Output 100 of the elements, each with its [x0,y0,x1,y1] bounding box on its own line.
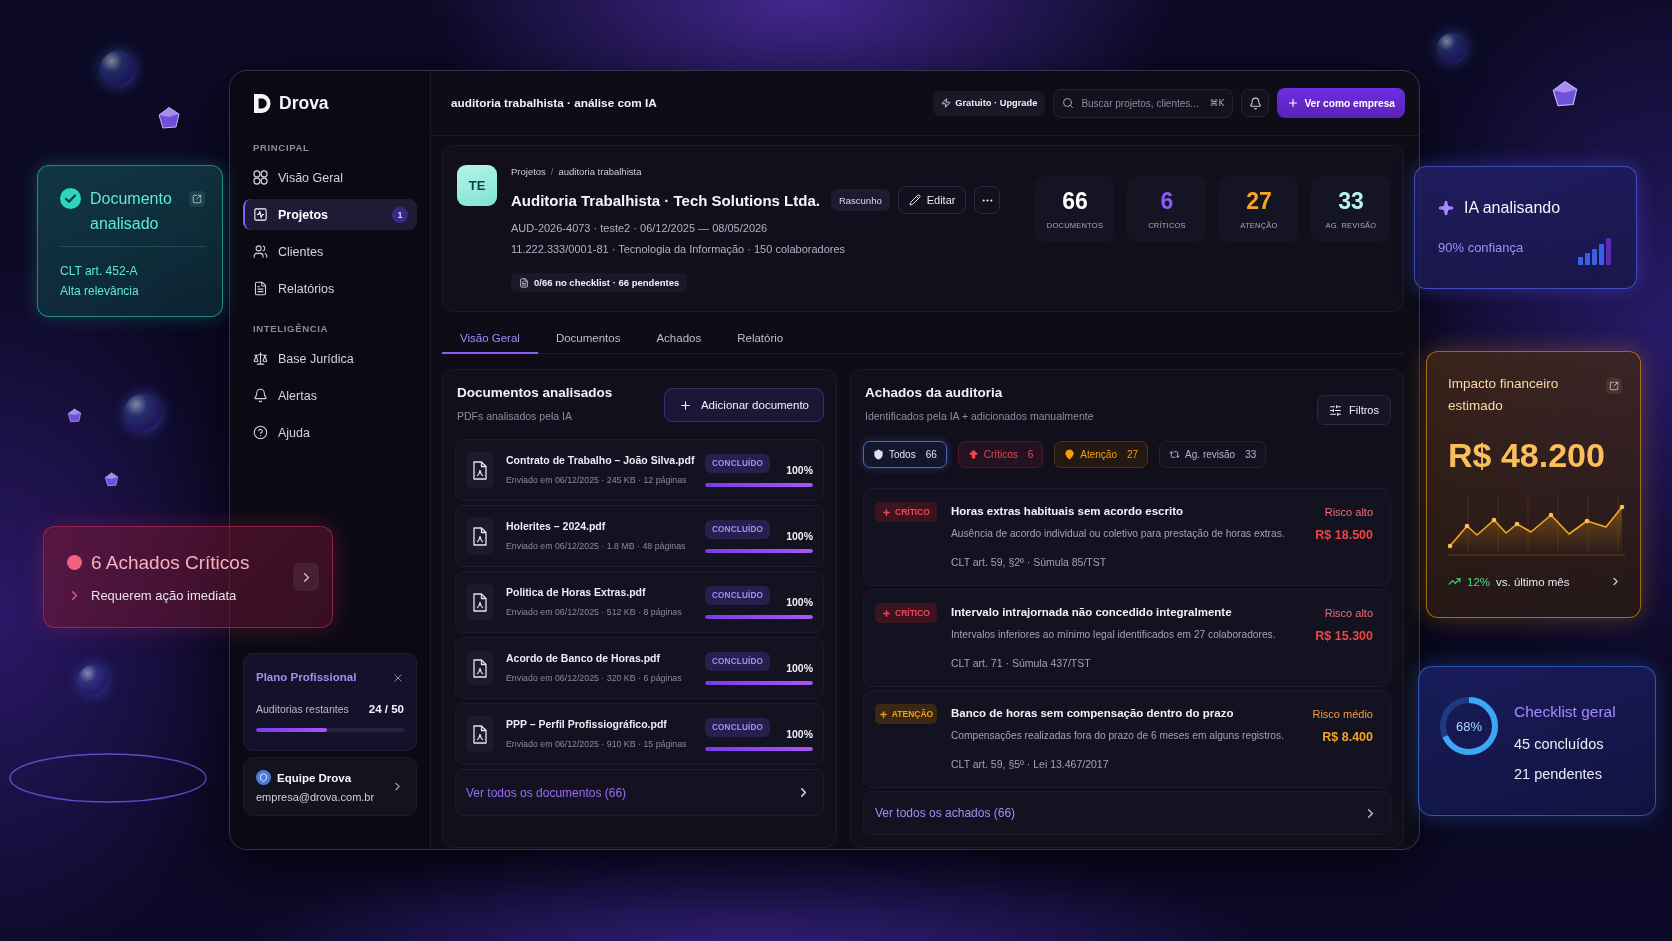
stat-value: 33 [1338,188,1364,214]
gem-icon [157,106,181,130]
document-name: Holerites – 2024.pdf [506,520,607,533]
bell-icon [1248,96,1262,110]
help-icon [253,425,268,440]
document-row[interactable]: Holerites – 2024.pdf Enviado em 06/12/2025 · 1.8 MB · 48 páginas CONCLUÍDO 100% [455,505,824,567]
filters-button[interactable]: Filtros [1317,395,1391,425]
search-icon [1062,96,1075,109]
panel-subtitle: Identificados pela IA + adicionados manualmente [865,410,1094,423]
page-title: auditoria trabalhista · análise com IA [451,96,657,110]
nav-item[interactable]: Clientes [243,236,417,267]
plus-icon [678,398,692,412]
nav-item[interactable]: Alertas [243,380,417,411]
bubble [78,665,108,695]
gem-icon [67,408,82,423]
file-icon [466,716,494,752]
document-row[interactable]: PPP – Perfil Profissiográfico.pdf Enviado em 06/12/2025 · 910 KB · 15 páginas CONCLUÍDO 100% [455,703,824,765]
progress-percent: 100% [786,463,813,476]
notifications-button[interactable] [1241,89,1270,117]
project-title: Auditoria Trabalhista · Tech Solutions Ltda. [511,191,820,209]
risk-level: Risco alto [1324,606,1373,621]
file-icon [466,452,494,488]
document-name: PPP – Perfil Profissiográfico.pdf [506,718,668,731]
nav-item[interactable]: Projetos 1 [243,199,417,230]
shield-icon [873,449,884,460]
progress-percent: 100% [786,727,813,740]
finding-card[interactable]: ATENÇÃO Banco de horas sem compensação dentro do prazo Compensações realizadas fora do prazo de 6 meses em alguns registros. CLT art. 59, §5º · Lei 13.467/2017 Risco médio R$ 8.400 [863,690,1391,788]
document-meta: Enviado em 06/12/2025 · 512 KB · 8 páginas [506,607,683,618]
document-name: Politica de Horas Extras.pdf [506,586,647,599]
upgrade-chip[interactable]: Gratuito · Upgrade [933,90,1046,116]
breadcrumb-separator: / [550,166,554,178]
nav-item[interactable]: Base Jurídica [243,343,417,374]
arrows-icon [1169,449,1181,460]
project-avatar: TE [457,165,497,206]
sliders-icon [1329,403,1343,417]
scale-icon [253,351,268,366]
plus-icon [1287,97,1300,109]
nav-item[interactable]: Relatórios [243,273,417,304]
status-badge: CONCLUÍDO [705,453,771,473]
stat-value: 27 [1246,188,1272,214]
progress-percent: 68% [1456,718,1482,734]
severity-label: CRÍTICO [895,608,930,618]
ai-status-title: IA analisando [1464,198,1561,218]
completed-count: 45 concluídos [1514,735,1605,754]
impact-amount: R$ 48.200 [1448,435,1606,475]
plus-icon [878,709,888,719]
open-button[interactable] [293,563,319,591]
bubble [100,51,136,87]
filter-chip[interactable]: Críticos 6 [957,441,1044,468]
breadcrumb-item[interactable]: auditoria trabalhista [558,166,642,178]
tab[interactable]: Achados [638,324,720,354]
document-row[interactable]: Acordo de Banco de Horas.pdf Enviado em 06/12/2025 · 320 KB · 6 páginas CONCLUÍDO 100% [455,637,824,699]
document-meta: Enviado em 06/12/2025 · 910 KB · 15 páginas [506,739,688,750]
add-document-button[interactable]: Adicionar documento [663,388,824,422]
gem-icon [1551,80,1579,108]
nav-item[interactable]: Ajuda [243,417,417,448]
finding-card[interactable]: CRÍTICO Intervalo intrajornada não concedido integralmente Intervalos inferiores ao mínimo legal identificados em 27 colaboradores. CLT art. 71 · Súmula 437/TST Risco alto R$ 15.300 [863,589,1391,687]
view-as-company-button[interactable]: Ver como empresa [1277,88,1405,118]
filter-chip[interactable]: Todos 66 [863,441,947,468]
filter-chip[interactable]: Atenção 27 [1054,441,1149,468]
status-badge: Rascunho [830,189,890,211]
account-card[interactable]: Equipe Drova empresa@drova.com.br [243,757,417,816]
breadcrumb-item[interactable]: Projetos [511,166,546,178]
risk-level: Risco médio [1312,707,1373,722]
plan-title: Plano Profissional [256,671,357,684]
grid-icon [253,170,268,185]
status-badge: CONCLUÍDO [705,651,771,671]
severity-label: CRÍTICO [895,507,930,517]
panel-title: Documentos analisados [457,385,613,401]
status-badge: CONCLUÍDO [705,717,771,737]
view-all-link[interactable]: Ver todos os documentos (66) [455,769,824,816]
external-link-icon[interactable] [189,191,205,207]
tab[interactable]: Documentos [537,324,639,354]
logo-icon [254,93,271,113]
lightning-icon [941,98,952,108]
external-link-icon[interactable] [1606,378,1622,394]
filter-chip[interactable]: Ag. revisão 33 [1159,441,1267,468]
legal-reference: CLT art. 71 · Súmula 437/TST [951,656,1092,670]
finding-card[interactable]: CRÍTICO Horas extras habituais sem acordo escrito Ausência de acordo individual ou coletivo para prestação de horas extras. CLT art. 59, §2º · Súmula 85/TST Risco alto R$ 18.500 [863,488,1391,586]
document-meta: Enviado em 06/12/2025 · 1.8 MB · 48 páginas [506,541,687,552]
status-badge: CONCLUÍDO [705,585,771,605]
risk-level: Risco alto [1324,505,1373,520]
bubble [1437,33,1467,63]
legal-reference: CLT art. 452-A [60,263,139,279]
edit-button[interactable]: Editar [897,186,967,214]
nav-item[interactable]: Visão Geral [243,162,417,193]
section-heading: PRINCIPAL [253,142,311,153]
document-row[interactable]: Politica de Horas Extras.pdf Enviado em 06/12/2025 · 512 KB · 8 páginas CONCLUÍDO 100% [455,571,824,633]
file-icon [466,584,494,620]
document-row[interactable]: Contrato de Trabalho – João Silva.pdf Enviado em 06/12/2025 · 245 KB · 12 páginas CONCLUÍDO 100% [455,439,824,501]
document-name: Contrato de Trabalho – João Silva.pdf [506,454,693,467]
document-icon [253,281,268,296]
account-name: Equipe Drova [277,771,352,784]
dot-icon [67,555,82,570]
plus-icon [882,507,891,517]
view-all-link[interactable]: Ver todos os achados (66) [863,791,1391,835]
finding-title: Intervalo intrajornada não concedido integralmente [951,605,1233,620]
finding-title: Horas extras habituais sem acordo escrito [951,504,1184,519]
tab[interactable]: Relatório [719,324,802,354]
tab[interactable]: Visão Geral [442,324,538,354]
